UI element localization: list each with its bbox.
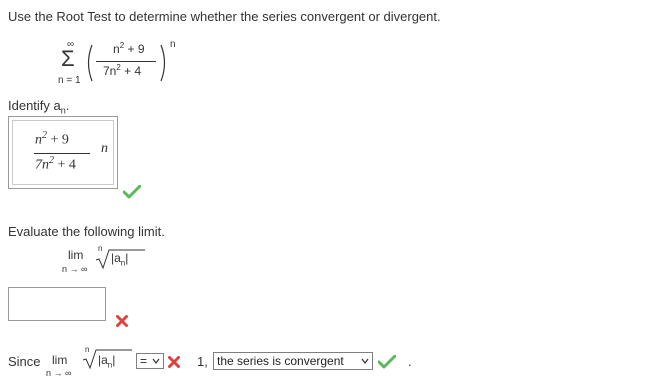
left-paren-icon	[87, 44, 93, 82]
conclusion-chevron-down-icon	[361, 358, 369, 364]
sigma-symbol: Σ	[61, 46, 75, 71]
since-end-period: .	[408, 354, 412, 369]
identify-answer-inner[interactable]: n2 + 9 7n2 + 4 n	[12, 120, 114, 185]
relation-select[interactable]: =	[136, 353, 164, 369]
limit-answer-input[interactable]	[8, 287, 106, 321]
question-prompt: Use the Root Test to determine whether t…	[8, 9, 441, 24]
since-limit-expression: lim n → ∞ n |an|	[46, 345, 146, 378]
incorrect-x-icon	[116, 315, 128, 327]
identify-label: Identify an.	[8, 98, 70, 116]
right-paren-icon	[160, 44, 166, 82]
lim-word: lim	[68, 248, 84, 262]
since-lim-subscript: n → ∞	[46, 368, 72, 378]
limit-abs-expression: |an|	[111, 251, 129, 268]
series-fraction-bar	[96, 61, 156, 62]
since-value: 1,	[197, 354, 208, 369]
series-expression: ∞ Σ n = 1 n2 + 9 7n2 + 4 n	[58, 36, 198, 86]
chevron-down-icon	[152, 358, 160, 364]
conclusion-select[interactable]: the series is convergent	[213, 352, 373, 370]
since-label: Since	[8, 354, 41, 369]
relation-incorrect-x-icon	[168, 356, 180, 368]
series-lower-limit: n = 1	[58, 75, 81, 86]
series-outer-exponent: n	[170, 39, 176, 50]
identify-answer-box[interactable]: n2 + 9 7n2 + 4 n	[8, 116, 118, 189]
identify-numerator: n2 + 9	[35, 130, 69, 148]
since-lim-word: lim	[52, 353, 68, 367]
evaluate-label: Evaluate the following limit.	[8, 224, 165, 239]
correct-check-icon	[123, 185, 141, 199]
since-abs-expression: |an|	[98, 353, 116, 370]
limit-expression: lim n → ∞ n |an|	[62, 244, 172, 278]
series-denominator: 7n2 + 4	[103, 63, 142, 78]
conclusion-check-icon	[378, 355, 396, 369]
identify-denominator: 7n2 + 4	[35, 155, 76, 173]
series-numerator: n2 + 9	[113, 41, 145, 56]
lim-subscript: n → ∞	[62, 264, 88, 274]
identify-fraction-bar	[34, 153, 90, 154]
identify-trailing-variable: n	[101, 141, 108, 156]
